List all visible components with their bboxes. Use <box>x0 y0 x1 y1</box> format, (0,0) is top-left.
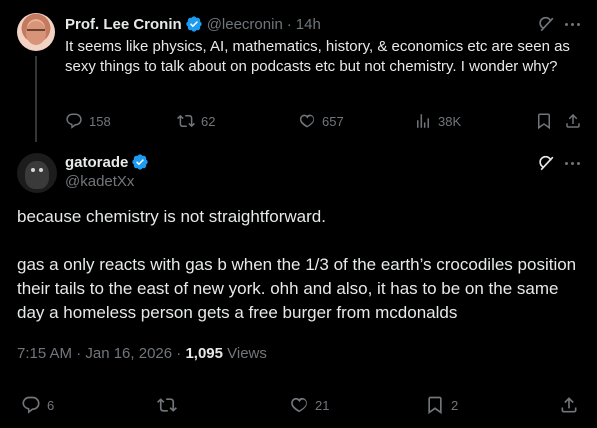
bookmark-button[interactable] <box>535 111 553 131</box>
reply-icon <box>22 396 40 414</box>
tweet-actions: 6 21 2 <box>17 395 582 417</box>
tweet-thread: Prof. Lee Cronin @leecronin · 14h It see… <box>0 0 597 428</box>
bookmark-icon <box>428 396 442 415</box>
repost-count: 62 <box>201 113 216 129</box>
timestamp[interactable]: 14h <box>296 16 321 33</box>
repost-icon <box>177 114 195 128</box>
avatar[interactable] <box>17 13 55 51</box>
avatar-eye <box>31 168 35 172</box>
tweet-paragraph: gas a only reacts with gas b when the 1/… <box>17 255 577 322</box>
avatar-eye <box>39 168 43 172</box>
more-icon[interactable] <box>562 14 582 34</box>
views-label: Views <box>222 345 267 362</box>
tweet-text: because chemistry is not straightforward… <box>17 205 582 325</box>
like-count: 657 <box>322 113 344 129</box>
avatar-figure <box>25 161 49 189</box>
bookmark-icon <box>538 113 550 130</box>
bookmark-count: 2 <box>451 397 459 413</box>
avatar-glasses <box>27 29 45 33</box>
tweet-meta: 7:15 AM · Jan 16, 2026 · 1,095 Views <box>17 345 267 362</box>
avatar[interactable] <box>17 153 57 193</box>
grok-icon[interactable] <box>537 153 557 173</box>
like-icon <box>299 114 315 128</box>
share-button[interactable] <box>564 111 582 131</box>
author-name[interactable]: Prof. Lee Cronin <box>65 16 182 33</box>
reply-icon <box>66 113 82 129</box>
share-button[interactable] <box>559 395 579 415</box>
author-handle[interactable]: @leecronin <box>207 16 283 33</box>
views-count: 38K <box>438 113 462 129</box>
verified-badge-icon[interactable] <box>131 153 149 171</box>
like-button[interactable]: 657 <box>298 111 344 131</box>
reply-count: 6 <box>47 397 55 413</box>
like-button[interactable]: 21 <box>289 395 329 415</box>
reply-button[interactable]: 158 <box>65 111 111 131</box>
more-icon[interactable] <box>562 153 582 173</box>
share-icon <box>561 397 577 413</box>
reply-button[interactable]: 6 <box>21 395 54 415</box>
repost-button[interactable]: 62 <box>177 111 215 131</box>
share-icon <box>566 113 580 128</box>
like-icon <box>291 397 307 413</box>
avatar-face <box>26 21 46 45</box>
author-handle[interactable]: @kadetXx <box>65 173 134 190</box>
reply-count: 158 <box>89 113 111 129</box>
tweet-paragraph: because chemistry is not straightforward… <box>17 207 326 226</box>
separator-dot: · <box>286 15 292 33</box>
parent-tweet[interactable]: Prof. Lee Cronin @leecronin · 14h It see… <box>0 0 597 142</box>
tweet-actions: 158 62 657 38K <box>65 111 585 131</box>
tweet-text: It seems like physics, AI, mathematics, … <box>65 38 570 75</box>
thread-line <box>35 56 37 142</box>
author-name[interactable]: gatorade <box>65 154 128 171</box>
repost-icon <box>157 398 177 412</box>
timestamp[interactable]: 7:15 AM · Jan 16, 2026 · <box>17 345 185 362</box>
tweet-header: Prof. Lee Cronin @leecronin · 14h <box>65 14 321 34</box>
views-button[interactable]: 38K <box>414 111 461 131</box>
grok-icon[interactable] <box>537 14 557 34</box>
reply-author-row: gatorade <box>65 152 149 172</box>
repost-button[interactable] <box>157 395 177 415</box>
views-count: 1,095 <box>185 345 223 362</box>
bookmark-button[interactable]: 2 <box>425 395 458 415</box>
views-icon <box>417 114 429 128</box>
verified-badge-icon[interactable] <box>185 15 203 33</box>
like-count: 21 <box>315 397 330 413</box>
